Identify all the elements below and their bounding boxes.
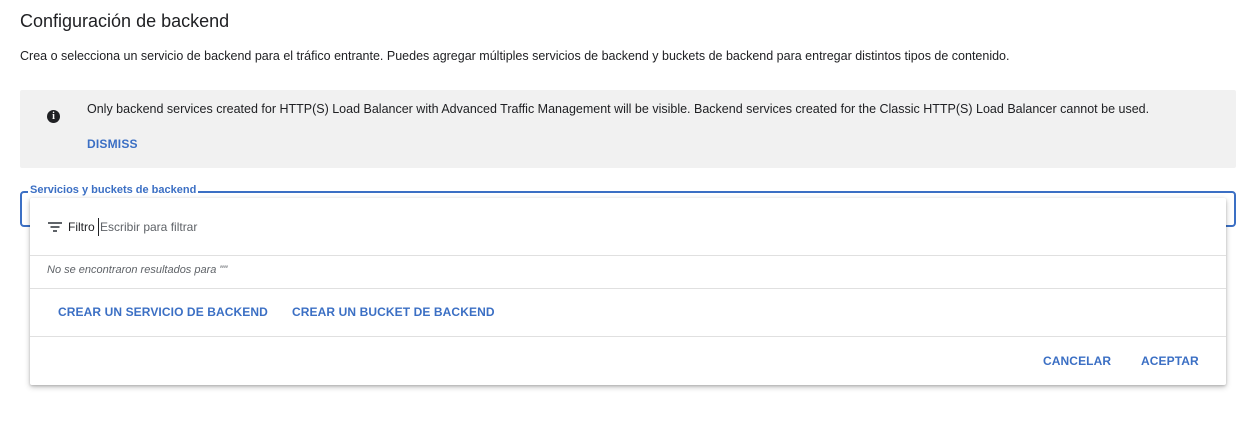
create-backend-service-button[interactable]: CREAR UN SERVICIO DE BACKEND <box>58 305 268 319</box>
filter-row: Filtro <box>30 198 1226 256</box>
filter-input[interactable] <box>98 218 700 236</box>
info-banner-message: Only backend services created for HTTP(S… <box>87 102 1150 116</box>
backend-select-label: Servicios y buckets de backend <box>28 184 199 196</box>
dropdown-footer: CANCELAR ACEPTAR <box>30 337 1226 385</box>
empty-results-message: No se encontraron resultados para "" <box>47 264 228 276</box>
backend-configuration-page: Configuración de backend Crea o seleccio… <box>0 0 1241 427</box>
filter-label: Filtro <box>68 220 95 234</box>
empty-results-row: No se encontraron resultados para "" <box>30 256 1226 289</box>
page-title: Configuración de backend <box>20 11 230 31</box>
create-backend-bucket-button[interactable]: CREAR UN BUCKET DE BACKEND <box>292 305 495 319</box>
accept-button[interactable]: ACEPTAR <box>1141 354 1199 368</box>
info-icon: i <box>47 110 60 123</box>
dismiss-button[interactable]: DISMISS <box>87 137 138 151</box>
info-banner: i Only backend services created for HTTP… <box>20 90 1236 168</box>
filter-icon <box>48 222 62 232</box>
create-actions-row: CREAR UN SERVICIO DE BACKEND CREAR UN BU… <box>30 289 1226 337</box>
cancel-button[interactable]: CANCELAR <box>1043 354 1111 368</box>
backend-dropdown-panel: Filtro No se encontraron resultados para… <box>30 198 1226 385</box>
page-description: Crea o selecciona un servicio de backend… <box>20 49 1010 63</box>
